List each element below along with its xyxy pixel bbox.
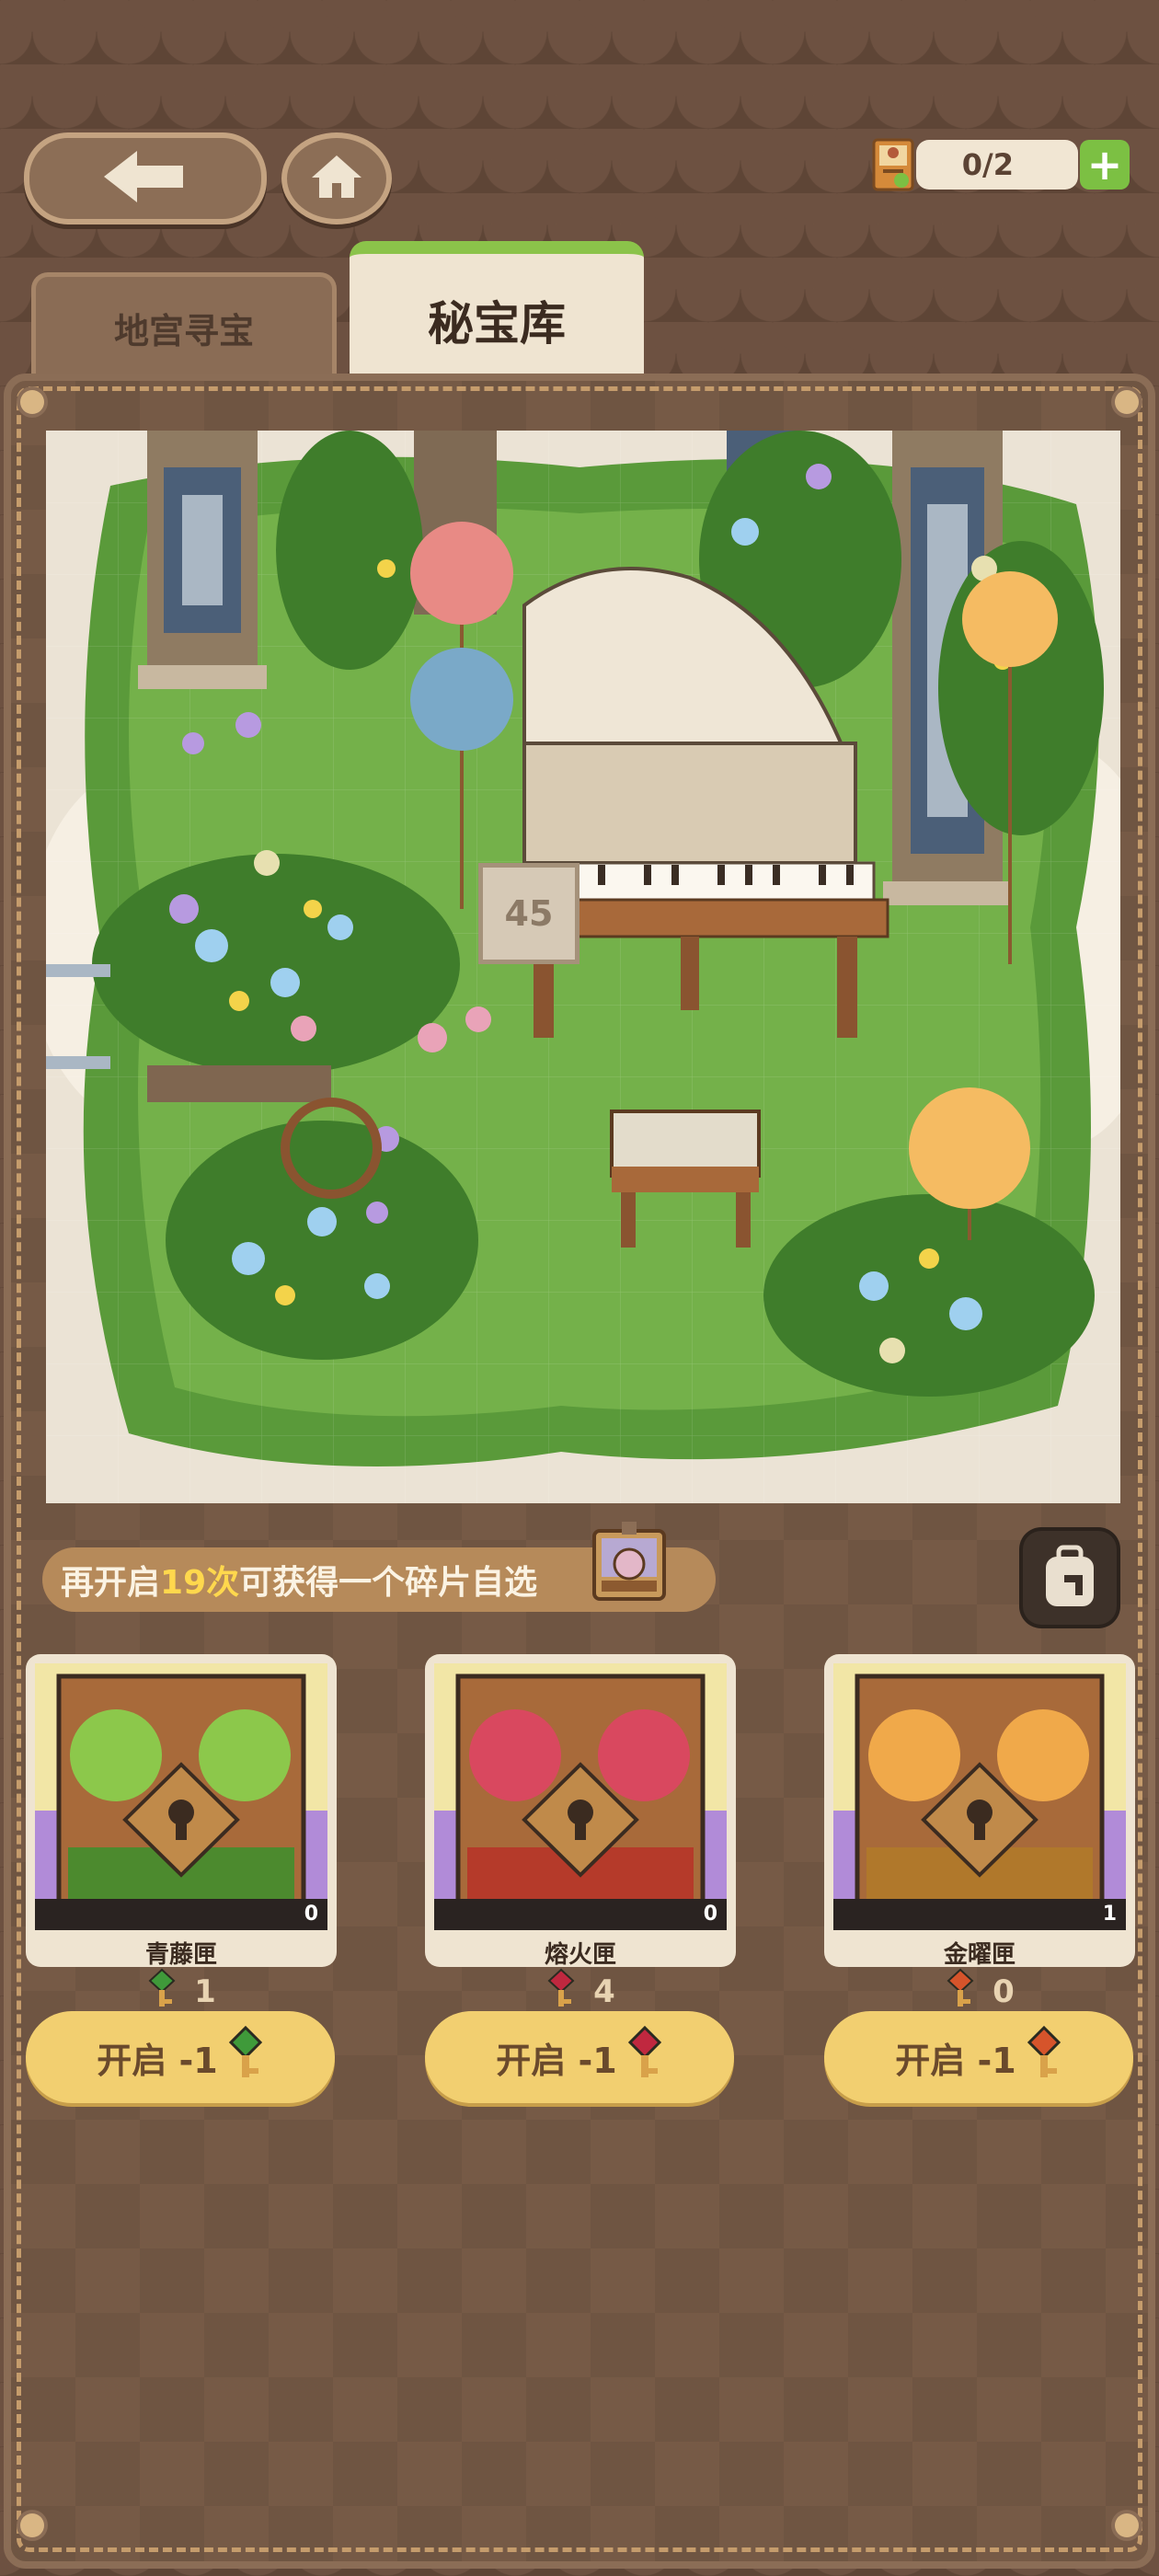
home-icon	[310, 154, 363, 203]
corner-rivet	[1115, 2513, 1139, 2537]
key-count: 0	[993, 1973, 1015, 2010]
red-chest-image: 0	[434, 1663, 727, 1930]
open-button-label: 开启 -1	[496, 2040, 617, 2081]
orange-key-icon	[945, 1968, 976, 2017]
backpack-button[interactable]	[1023, 1531, 1117, 1625]
key-count-row: 4	[425, 1968, 736, 2017]
key-count: 4	[593, 1973, 615, 2010]
garden-illustration	[46, 431, 1120, 1503]
tab-secret-vault[interactable]: 秘宝库	[350, 241, 644, 386]
owned-count: 0	[35, 1899, 327, 1930]
gold-chest-image: 1	[833, 1663, 1126, 1930]
box-card-gold[interactable]: 1 金曜匣	[824, 1654, 1135, 1969]
orange-key-icon	[1026, 2025, 1062, 2089]
tab-dungeon-treasure[interactable]: 地宫寻宝	[31, 272, 337, 378]
home-button[interactable]	[281, 132, 392, 224]
back-button[interactable]	[24, 132, 267, 224]
red-key-icon	[626, 2025, 663, 2089]
piece-number: 45	[504, 893, 554, 934]
green-key-icon	[146, 1968, 178, 2017]
box-name: 金曜匣	[943, 1941, 1016, 1969]
key-count-row: 0	[824, 1968, 1135, 2017]
left-arrow-icon	[104, 149, 187, 208]
owned-count: 0	[434, 1899, 727, 1930]
progress-suffix: 可获得一个碎片自选	[239, 1564, 538, 1602]
piece-counter: 0/2	[916, 140, 1078, 190]
green-key-icon	[227, 2025, 264, 2089]
counter-text: 0/2	[961, 147, 1014, 182]
green-chest-image: 0	[35, 1663, 327, 1930]
piece-number-tile[interactable]: 45	[478, 863, 580, 964]
progress-count: 19次	[160, 1564, 240, 1602]
red-key-icon	[545, 1968, 577, 2017]
open-red-box-button[interactable]: 开启 -1	[425, 2011, 734, 2103]
card-stack-icon	[870, 138, 916, 191]
open-button-label: 开启 -1	[895, 2040, 1016, 2081]
owned-count: 1	[833, 1899, 1126, 1930]
key-count-row: 1	[26, 1968, 337, 2017]
box-card-red[interactable]: 0 熔火匣	[425, 1654, 736, 1969]
corner-rivet	[1115, 390, 1139, 414]
add-button[interactable]: +	[1080, 140, 1130, 190]
box-card-green[interactable]: 0 青藤匣	[26, 1654, 337, 1969]
garden-scene: 45	[46, 431, 1120, 1503]
key-count: 1	[194, 1973, 216, 2010]
progress-prefix: 再开启	[61, 1564, 161, 1602]
backpack-icon	[1040, 1544, 1099, 1612]
box-name: 熔火匣	[544, 1941, 616, 1969]
fragment-chest-icon	[585, 1518, 673, 1606]
box-name: 青藤匣	[144, 1941, 217, 1969]
corner-rivet	[20, 390, 44, 414]
open-button-label: 开启 -1	[97, 2040, 218, 2081]
open-gold-box-button[interactable]: 开启 -1	[824, 2011, 1133, 2103]
corner-rivet	[20, 2513, 44, 2537]
open-green-box-button[interactable]: 开启 -1	[26, 2011, 335, 2103]
